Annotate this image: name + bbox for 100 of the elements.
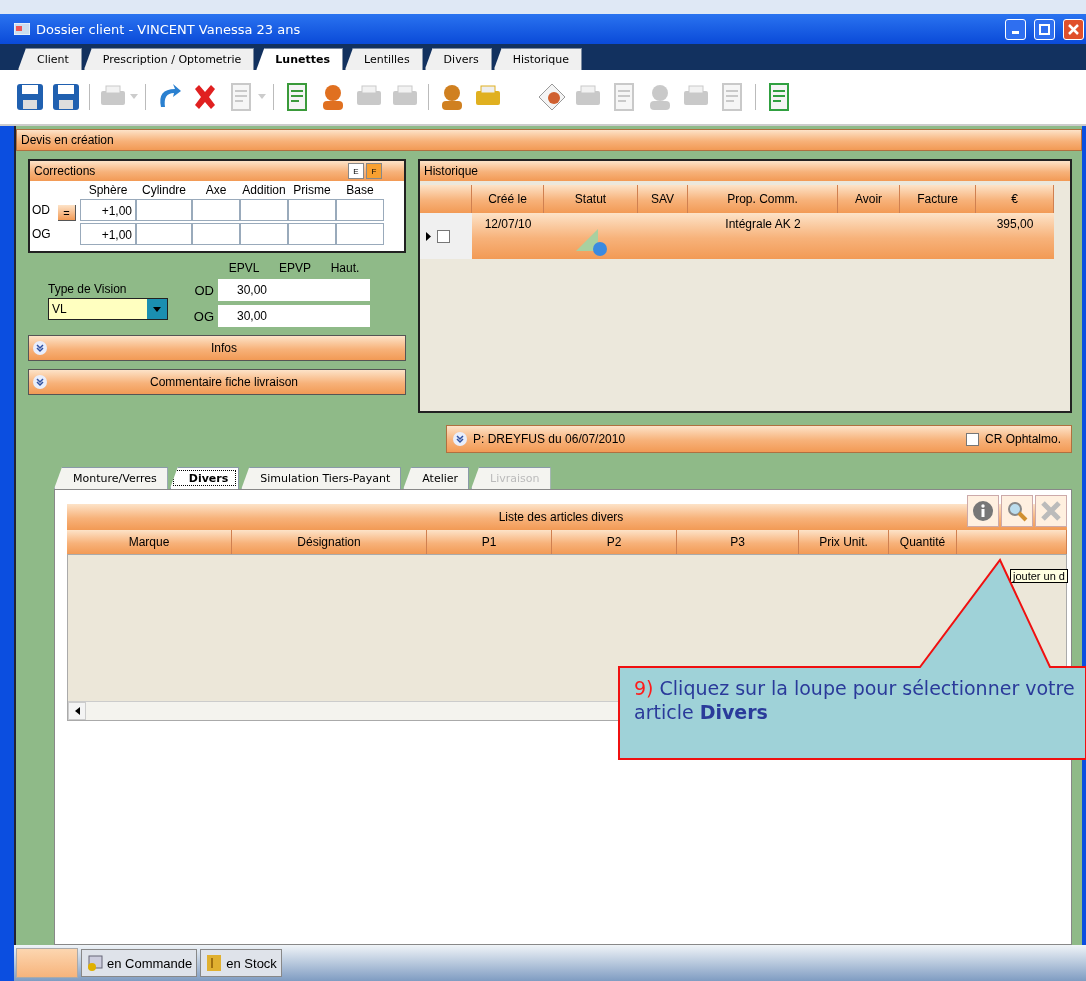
maximize-button[interactable] [1034,18,1055,40]
cross-icon [1040,500,1062,522]
input-field[interactable] [240,199,288,221]
chevron-icon [33,375,47,389]
copy-button[interactable]: = [58,205,76,221]
input-field[interactable] [240,223,288,245]
column-header: Sphère [87,183,129,197]
column-header: Axe [204,183,228,197]
prescription-label: P: DREYFUS du 06/07/2010 [473,432,627,446]
input-field[interactable]: 30,00 [218,305,270,327]
column-header: P1 [427,530,552,554]
input-field[interactable] [136,199,192,221]
table-cell: Intégrale AK 2 [688,213,838,259]
column-header: EPVL [227,261,261,275]
input-field[interactable] [288,199,336,221]
expander-bar[interactable]: Infos [28,335,406,361]
column-header: Statut [544,185,638,213]
field-label: Type de Vision [48,282,128,296]
column-header: € [976,185,1054,213]
column-header: Avoir [838,185,900,213]
tooltip: jouter un d [1010,569,1068,583]
window-title: Dossier client - VINCENT Vanessa 23 ans [36,21,302,37]
scroll-left-button[interactable] [68,702,86,720]
column-header: P3 [677,530,799,554]
dropdown[interactable]: VL [48,298,168,320]
input-field[interactable]: 30,00 [218,279,270,301]
tab[interactable]: Lentilles [344,48,423,70]
input-field[interactable] [336,223,384,245]
mode-button[interactable]: F [366,163,382,179]
expander-bar[interactable]: Commentaire fiche livraison [28,369,406,395]
minimize-button[interactable] [1005,18,1026,40]
header-cell [420,185,472,213]
column-header: Créé le [472,185,544,213]
app-icon [14,23,30,35]
column-header: EPVP [278,261,312,275]
toolbar-button[interactable] [50,81,82,113]
chevron-icon [33,341,47,355]
maximize-icon [1039,23,1050,35]
column-header: SAV [638,185,688,213]
caret-icon [153,306,161,312]
callout-text: 9) Cliquez sur la loupe pour sélectionner votre article Divers [634,676,1076,724]
input-field[interactable] [136,223,192,245]
checkbox[interactable] [437,229,450,243]
checkbox-label: CR Ophtalmo. [984,432,1061,446]
info-icon [972,500,994,522]
column-header: Quantité [889,530,957,554]
tab[interactable]: Lunettes [256,48,343,70]
row-label: OG [192,308,215,324]
column-header: Marque [67,530,232,554]
column-header: Addition [241,183,287,197]
dropdown-button[interactable] [147,299,167,319]
row-label: OG [32,227,52,241]
tab[interactable]: Historique [493,48,583,70]
close-button[interactable] [1063,18,1084,40]
tab[interactable]: Simulation Tiers-Payant [241,467,402,489]
section-header: Devis en création [16,129,1082,151]
column-header: Désignation [232,530,427,554]
column-header: Cylindre [141,183,187,197]
close-icon [1068,23,1079,35]
row-label: OD [193,282,215,298]
status-button[interactable]: en Stock [200,949,282,977]
input-field[interactable] [336,199,384,221]
action-button[interactable] [1001,495,1033,527]
panel-title: Corrections [34,164,97,178]
input-field[interactable]: +1,00 [80,223,136,245]
arrow-left-icon [74,707,80,715]
checkbox[interactable] [965,432,979,446]
column-header: Haut. [329,261,361,275]
input-field[interactable] [192,199,240,221]
input-field[interactable] [320,305,370,327]
input-field[interactable] [288,223,336,245]
tab[interactable]: Divers [169,467,240,489]
status-button[interactable]: en Commande [81,949,198,977]
tab[interactable]: Divers [424,48,492,70]
tab[interactable]: Prescription / Optometrie [83,48,255,70]
column-header: Prisme [292,183,332,197]
column-header: Facture [900,185,976,213]
input-field[interactable] [192,223,240,245]
column-header: Prop. Comm. [688,185,838,213]
action-button[interactable] [967,495,999,527]
shelf-icon [205,954,224,972]
prescription-bar[interactable]: P: DREYFUS du 06/07/2010 CR Ophtalmo. [446,425,1072,453]
minimize-icon [1012,30,1019,34]
row-label: OD [32,203,51,217]
panel-title: Historique [424,164,479,178]
tab[interactable]: Client [18,48,82,70]
search-icon [1006,500,1028,522]
tab[interactable]: Monture/Verres [54,467,168,489]
column-header: Base [345,183,375,197]
input-field[interactable] [320,279,370,301]
package-icon [86,954,104,972]
tab[interactable]: Atelier [403,467,470,489]
table-cell: 12/07/10 [472,213,544,259]
toolbar-button[interactable] [14,81,46,113]
column-header: P2 [552,530,677,554]
mode-button[interactable]: E [348,163,364,179]
toolbar-button[interactable] [536,81,568,113]
column-header: Prix Unit. [799,530,889,554]
input-field[interactable]: +1,00 [80,199,136,221]
envelope-icon [536,81,568,113]
